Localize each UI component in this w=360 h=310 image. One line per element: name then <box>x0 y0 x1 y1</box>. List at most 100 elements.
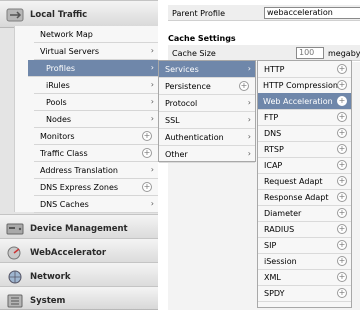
parent-profile-row: Parent Profile webacceleration <box>168 5 360 21</box>
menu-item-request-adapt[interactable]: Request Adapt + <box>258 173 351 190</box>
nav-section-system[interactable]: System <box>0 286 158 310</box>
cache-size-row: Cache Size 100 megabytes <box>168 45 360 61</box>
nav-item-label: DNS Caches <box>40 200 89 209</box>
add-icon[interactable]: + <box>337 144 347 154</box>
menu-item-icap[interactable]: ICAP + <box>258 157 351 174</box>
nav-item-nodes[interactable]: Nodes › <box>34 111 158 128</box>
add-icon[interactable]: + <box>337 272 347 282</box>
menu-item-ftp[interactable]: FTP + <box>258 109 351 126</box>
menu-item-label: RADIUS <box>264 225 295 234</box>
chevron-right-icon: › <box>150 165 154 174</box>
menu-item-ssl[interactable]: SSL › <box>159 112 255 129</box>
menu-item-other[interactable]: Other › <box>159 146 255 163</box>
chevron-right-icon: › <box>150 199 154 208</box>
chevron-right-icon: › <box>247 115 251 124</box>
add-icon[interactable]: + <box>337 240 347 250</box>
add-icon[interactable]: + <box>142 182 152 192</box>
chevron-right-icon: › <box>150 46 154 55</box>
menu-item-rtsp[interactable]: RTSP + <box>258 141 351 158</box>
menu-item-label: ICAP <box>264 161 283 170</box>
menu-item-dns[interactable]: DNS + <box>258 125 351 142</box>
cache-settings-heading: Cache Settings <box>168 34 236 43</box>
add-icon[interactable]: + <box>337 64 347 74</box>
menu-item-authentication[interactable]: Authentication › <box>159 129 255 146</box>
nav-item-pools[interactable]: Pools › <box>34 94 158 111</box>
webaccelerator-icon <box>7 246 21 260</box>
add-icon[interactable]: + <box>142 131 152 141</box>
profiles-submenu: Services › Persistence + Protocol › SSL … <box>158 60 256 163</box>
add-icon[interactable]: + <box>337 80 347 90</box>
device-management-icon <box>6 223 24 235</box>
add-icon[interactable]: + <box>337 256 347 266</box>
nav-item-label: DNS Express Zones <box>40 183 119 192</box>
nav-item-monitors[interactable]: Monitors + <box>34 128 158 145</box>
menu-item-http[interactable]: HTTP + <box>258 61 351 78</box>
services-submenu: HTTP + HTTP Compression + Web Accelerati… <box>257 60 352 308</box>
system-icon <box>7 294 23 308</box>
menu-item-label: Services <box>165 65 199 74</box>
nav-item-label: Monitors <box>40 132 75 141</box>
menu-item-label: Authentication <box>165 133 224 142</box>
menu-item-label: Persistence <box>165 82 211 91</box>
nav-item-address-translation[interactable]: Address Translation › <box>34 162 158 179</box>
nav-item-label: Network Map <box>40 30 93 39</box>
nav-section-local-traffic[interactable]: Local Traffic <box>0 0 158 28</box>
menu-item-services[interactable]: Services › <box>159 61 255 78</box>
menu-item-isession[interactable]: iSession + <box>258 253 351 270</box>
add-icon[interactable]: + <box>239 81 249 91</box>
chevron-right-icon: › <box>150 80 154 89</box>
chevron-right-icon: › <box>247 132 251 141</box>
add-icon[interactable]: + <box>337 160 347 170</box>
add-icon[interactable]: + <box>337 96 347 106</box>
menu-item-label: Web Acceleration <box>263 97 333 106</box>
cache-size-unit: megabytes <box>328 49 360 58</box>
menu-item-label: Protocol <box>165 99 198 108</box>
nav-item-network-map[interactable]: Network Map <box>34 26 158 43</box>
nav-item-irules[interactable]: iRules › <box>34 77 158 94</box>
menu-item-radius[interactable]: RADIUS + <box>258 221 351 238</box>
nav-item-label: Profiles <box>46 64 76 73</box>
add-icon[interactable]: + <box>337 176 347 186</box>
menu-item-label: HTTP Compression <box>263 81 338 90</box>
nav-section-title: System <box>30 296 66 306</box>
nav-item-label: Virtual Servers <box>40 47 100 56</box>
menu-item-label: XML <box>264 273 281 282</box>
chevron-right-icon: › <box>247 149 251 158</box>
add-icon[interactable]: + <box>142 148 152 158</box>
menu-item-label: FTP <box>264 113 279 122</box>
add-icon[interactable]: + <box>337 112 347 122</box>
menu-item-label: RTSP <box>264 145 284 154</box>
main-navigation: Local Traffic Network Map Virtual Server… <box>0 0 158 310</box>
nav-item-dns-express-zones[interactable]: DNS Express Zones + <box>34 179 158 196</box>
add-icon[interactable]: + <box>337 192 347 202</box>
menu-item-response-adapt[interactable]: Response Adapt + <box>258 189 351 206</box>
menu-item-sip[interactable]: SIP + <box>258 237 351 254</box>
network-icon <box>8 270 22 284</box>
menu-item-web-acceleration[interactable]: Web Acceleration + <box>258 93 351 110</box>
menu-item-diameter[interactable]: Diameter + <box>258 205 351 222</box>
nav-item-virtual-servers[interactable]: Virtual Servers › <box>34 43 158 60</box>
add-icon[interactable]: + <box>337 128 347 138</box>
cache-size-input[interactable]: 100 <box>296 47 324 59</box>
nav-item-profiles[interactable]: Profiles › <box>28 60 158 77</box>
nav-item-traffic-class[interactable]: Traffic Class + <box>34 145 158 162</box>
nav-item-dns-caches[interactable]: DNS Caches › <box>34 196 158 213</box>
menu-item-persistence[interactable]: Persistence + <box>159 78 255 95</box>
menu-item-label: Diameter <box>264 209 302 218</box>
chevron-right-icon: › <box>150 114 154 123</box>
nav-section-title: Network <box>30 272 71 282</box>
cache-size-label: Cache Size <box>172 49 216 58</box>
menu-item-label: HTTP <box>264 65 285 74</box>
add-icon[interactable]: + <box>337 224 347 234</box>
menu-item-xml[interactable]: XML + <box>258 269 351 286</box>
nav-item-label: Address Translation <box>40 166 118 175</box>
menu-item-http-compression[interactable]: HTTP Compression + <box>258 77 351 94</box>
parent-profile-label: Parent Profile <box>172 9 226 18</box>
nav-item-label: Pools <box>46 98 67 107</box>
menu-item-protocol[interactable]: Protocol › <box>159 95 255 112</box>
parent-profile-select[interactable]: webacceleration <box>264 7 360 19</box>
nav-section-title: Device Management <box>30 224 128 234</box>
add-icon[interactable]: + <box>337 208 347 218</box>
add-icon[interactable]: + <box>337 288 347 298</box>
menu-item-spdy[interactable]: SPDY + <box>258 285 351 302</box>
